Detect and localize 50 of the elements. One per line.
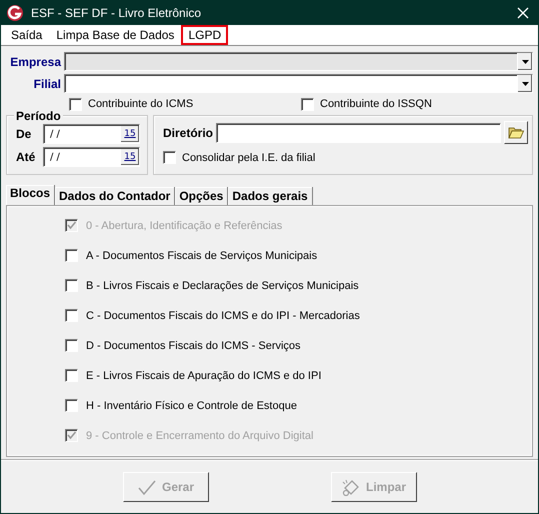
checkbox-label: 0 - Abertura, Identificação e Referências (86, 220, 282, 232)
checkbox-label: 9 - Controle e Encerramento do Arquivo Digital (86, 430, 314, 442)
date-field[interactable]: / / 15 (43, 147, 140, 167)
checkbox[interactable] (65, 339, 78, 352)
checkbox[interactable] (163, 151, 176, 164)
field-label: Empresa (9, 54, 62, 68)
check-icon (138, 478, 156, 496)
dropdown-arrow-icon (522, 82, 528, 86)
logo-icon (6, 4, 24, 22)
check-icon (66, 220, 77, 231)
dropdown-arrow-icon (522, 60, 528, 64)
directory-field[interactable] (216, 122, 501, 142)
close-icon[interactable] (517, 6, 529, 18)
tab[interactable]: Dados do Contador (55, 187, 176, 205)
field-label: Diretório (163, 126, 214, 140)
checkbox-label: Contribuinte do ISSQN (320, 98, 432, 110)
window-title: ESF - SEF DF - Livro Eletrônico (31, 6, 202, 20)
eraser-icon (342, 478, 360, 496)
menu-item[interactable]: LGPD (181, 25, 228, 45)
tab[interactable]: Blocos (6, 185, 56, 205)
calendar-button[interactable]: 15 (120, 126, 139, 142)
date-field[interactable]: / / 15 (43, 124, 140, 144)
checkbox-label: B - Livros Fiscais e Declarações de Serviços Municipais (86, 280, 359, 292)
tab[interactable]: Opções (175, 187, 228, 205)
field-label: Filial (32, 76, 62, 90)
checkbox-label: Contribuinte do ICMS (88, 98, 194, 110)
checkbox-label: A - Documentos Fiscais de Serviços Municipais (86, 250, 318, 262)
checkbox[interactable] (65, 399, 78, 412)
checkbox[interactable] (65, 369, 78, 382)
checkbox[interactable] (69, 98, 82, 110)
calendar-button[interactable]: 15 (120, 149, 139, 165)
checkbox-label: D - Documentos Fiscais do ICMS - Serviços (86, 340, 301, 352)
checkbox-label: E - Livros Fiscais de Apuração do ICMS e do IPI (86, 370, 322, 382)
checkbox[interactable] (301, 98, 314, 110)
dropdown[interactable] (64, 74, 533, 93)
field-label: De (15, 127, 32, 141)
tab[interactable]: Dados gerais (228, 187, 313, 205)
checkbox-label: Consolidar pela I.E. da filial (182, 152, 316, 164)
checkbox-label: C - Documentos Fiscais do ICMS e do IPI - Mercadorias (86, 310, 360, 322)
menu-item[interactable]: Saída (4, 25, 50, 45)
folder-icon (508, 126, 524, 139)
field-label: Até (15, 150, 36, 164)
menu-item[interactable]: Limpa Base de Dados (49, 25, 182, 45)
checkbox[interactable] (65, 309, 78, 322)
checkbox[interactable] (65, 249, 78, 262)
group-title: Período (14, 109, 63, 123)
check-icon (66, 430, 77, 441)
folder-button[interactable] (504, 121, 528, 144)
checkbox-label: H - Inventário Físico e Controle de Estoque (86, 400, 297, 412)
checkbox[interactable] (65, 279, 78, 292)
